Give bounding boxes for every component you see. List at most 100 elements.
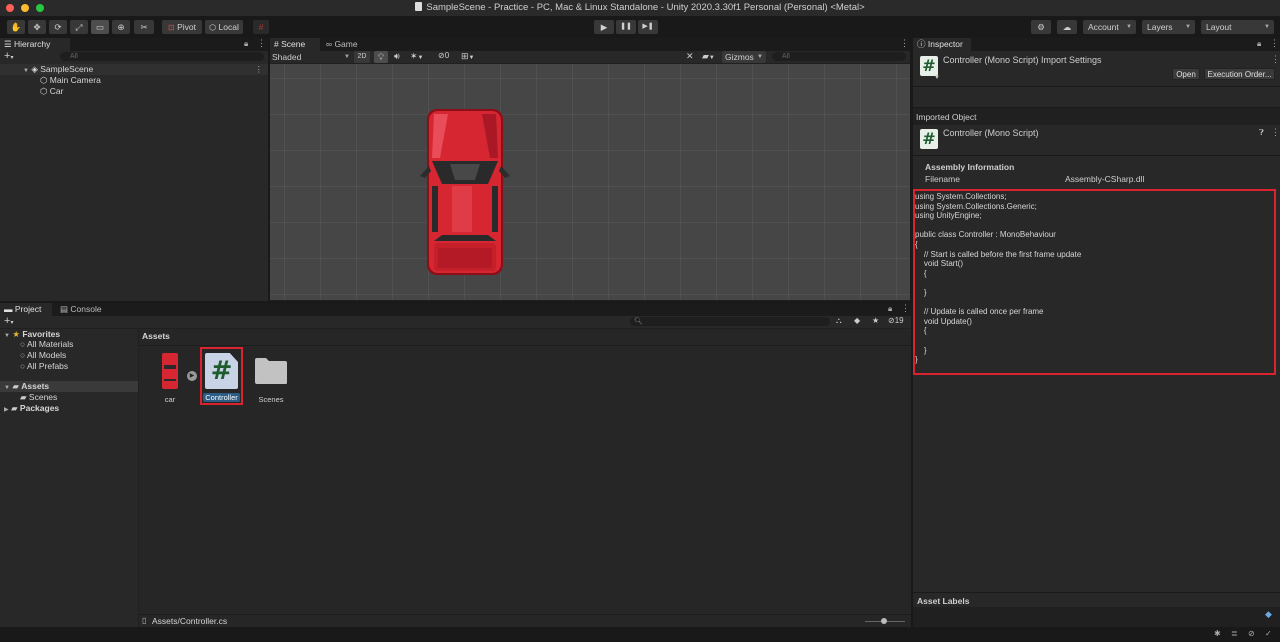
scene-row[interactable]: ▼ ◈ SampleScene ⋮ — [0, 64, 268, 75]
chevron-down-icon: ▼ — [344, 54, 350, 60]
local-toggle[interactable]: ⬡ Local — [205, 20, 243, 34]
layout-label: Layout — [1206, 22, 1232, 32]
progress-check-icon[interactable]: ✓ — [1265, 629, 1272, 638]
code-line: public class Controller : MonoBehaviour — [915, 230, 1056, 240]
code-line: { — [915, 239, 918, 249]
local-icon: ⬡ — [209, 23, 217, 32]
add-object-button[interactable]: +▾ — [4, 50, 13, 62]
bug-icon[interactable]: ✱ — [1214, 629, 1221, 638]
panel-menu-icon[interactable]: ⋮ — [901, 303, 910, 314]
console-icon: ▤ — [60, 304, 69, 314]
favorite-item[interactable]: ○ All Models — [20, 350, 66, 361]
asset-item-controller[interactable]: # Controller — [200, 347, 243, 405]
audio-toggle-icon[interactable]: 🔊︎ — [394, 51, 400, 62]
lock-icon[interactable]: 🔒︎ — [888, 304, 892, 314]
layout-dropdown[interactable]: Layout ▼ — [1201, 20, 1274, 34]
game-controller-icon: ∞ — [326, 39, 333, 49]
move-tool-icon[interactable]: ✥ — [28, 20, 46, 34]
account-dropdown[interactable]: Account ▼ — [1083, 20, 1136, 34]
lock-icon[interactable]: 🔒︎ — [1257, 39, 1261, 49]
project-search-input[interactable]: 🔍︎ — [630, 317, 830, 326]
hand-tool-icon[interactable]: ✋ — [7, 20, 25, 34]
favorite-item[interactable]: ○ All Prefabs — [20, 361, 68, 372]
panel-menu-icon[interactable]: ⋮ — [900, 38, 909, 49]
selected-asset-path: Assets/Controller.cs — [152, 616, 228, 626]
scale-tool-icon[interactable]: ⤢ — [70, 20, 88, 34]
filter-label-icon[interactable]: ◆ — [854, 316, 860, 325]
lighting-toggle-icon[interactable]: 💡︎ — [374, 51, 388, 63]
assets-folder-row[interactable]: ▼ ▰ Assets — [0, 381, 138, 392]
gizmos-dropdown[interactable]: Gizmos ▼ — [722, 51, 766, 63]
asset-item-car[interactable]: car — [153, 351, 187, 404]
scene-tab-label: Scene — [281, 39, 306, 49]
grid-snap-icon[interactable]: # — [253, 20, 269, 34]
scene-viewport[interactable] — [270, 64, 910, 300]
play-button[interactable]: ▶ — [594, 20, 614, 34]
tab-game[interactable]: ∞ Game — [322, 38, 372, 51]
code-line: using System.Collections.Generic; — [915, 201, 1037, 211]
shading-mode-label: Shaded — [272, 52, 302, 62]
rotate-tool-icon[interactable]: ⟳ — [49, 20, 67, 34]
console-tab-label: Console — [70, 304, 102, 314]
hidden-packages-count: 19 — [894, 316, 904, 325]
panel-menu-icon[interactable]: ⋮ — [257, 38, 266, 49]
transform-tool-icon[interactable]: ⊕ — [112, 20, 130, 34]
tab-inspector[interactable]: ⓘ Inspector — [913, 38, 971, 51]
panel-menu-icon[interactable]: ⋮ — [1270, 38, 1279, 49]
expand-arrow-icon: ▼ — [4, 385, 10, 391]
pivot-toggle[interactable]: ⊡ Pivot — [162, 20, 202, 34]
help-icon[interactable]: ❓︎ — [1259, 128, 1264, 138]
filter-type-icon[interactable]: ⛬ — [836, 316, 842, 326]
scene-search-input[interactable]: All — [772, 52, 906, 61]
pause-button[interactable]: ❚❚ — [616, 20, 636, 34]
favorite-star-icon[interactable]: ★ — [872, 316, 879, 325]
hierarchy-search-input[interactable]: All — [60, 52, 264, 61]
auto-generate-lighting-icon[interactable]: ⊘ — [1248, 629, 1255, 638]
script-file-icon: ▯ — [142, 616, 147, 625]
hierarchy-item-main-camera[interactable]: ⬡ Main Camera — [40, 75, 101, 86]
hierarchy-item-car[interactable]: ⬡ Car — [40, 86, 64, 97]
2d-toggle[interactable]: 2D — [354, 51, 370, 63]
database-icon[interactable]: ≣ — [1231, 629, 1238, 638]
shading-mode-dropdown[interactable]: Shaded ▼ — [272, 51, 350, 63]
tab-scene[interactable]: # Scene — [270, 38, 320, 51]
grid-dropdown-icon[interactable]: ⊞▼ — [461, 51, 475, 62]
breadcrumb: Assets — [142, 331, 170, 341]
icon-size-slider-thumb[interactable] — [881, 618, 887, 624]
scenes-folder-row[interactable]: ▰ Scenes — [20, 392, 57, 403]
folder-open-icon: ▰ — [12, 381, 19, 391]
rect-tool-icon[interactable]: ▭ — [91, 20, 109, 34]
custom-tool-icon[interactable]: ✂ — [134, 20, 154, 34]
camera-dropdown-icon[interactable]: ▰▼ — [702, 51, 715, 62]
divider — [913, 592, 1280, 593]
code-line: { — [915, 326, 927, 336]
chevron-down-icon: ▼ — [1185, 24, 1191, 30]
window-title: SampleScene - Practice - PC, Mac & Linux… — [0, 2, 1280, 13]
create-asset-button[interactable]: +▾ — [4, 315, 13, 327]
object-menu-icon[interactable]: ⋮ — [1271, 127, 1280, 138]
scene-visibility-toggle[interactable]: ⊘0 — [438, 51, 449, 60]
tools-icon[interactable]: ✕ — [686, 51, 694, 62]
imported-object-title: Controller (Mono Script) — [943, 128, 1039, 138]
favorite-item[interactable]: ○ All Materials — [20, 339, 73, 350]
component-menu-icon[interactable]: ⋮ — [1271, 54, 1280, 65]
collab-icon[interactable]: ⚙ — [1031, 20, 1051, 34]
tab-console[interactable]: ▤ Console — [56, 303, 112, 316]
hidden-packages-toggle[interactable]: ⊘19 — [888, 316, 904, 325]
expand-sprite-button[interactable]: ▶ — [187, 371, 197, 381]
car-sprite[interactable] — [418, 108, 512, 276]
step-button[interactable]: ▶❚ — [638, 20, 658, 34]
packages-folder-row[interactable]: ▶ ▰ Packages — [4, 403, 59, 414]
search-icon: ○ — [20, 361, 26, 371]
layers-dropdown[interactable]: Layers ▼ — [1142, 20, 1195, 34]
effects-dropdown-icon[interactable]: ✶▼ — [410, 51, 424, 62]
lock-icon[interactable]: 🔒︎ — [244, 39, 248, 49]
cloud-icon[interactable]: ☁ — [1057, 20, 1077, 34]
asset-item-scenes[interactable]: Scenes — [252, 351, 290, 404]
window-title-text: SampleScene - Practice - PC, Mac & Linux… — [426, 2, 865, 13]
pivot-label: Pivot — [177, 22, 196, 32]
execution-order-button[interactable]: Execution Order... — [1204, 68, 1275, 80]
label-tag-icon[interactable]: ◆ — [1265, 609, 1272, 620]
open-button[interactable]: Open — [1172, 68, 1200, 80]
scene-menu-icon[interactable]: ⋮ — [255, 64, 264, 75]
